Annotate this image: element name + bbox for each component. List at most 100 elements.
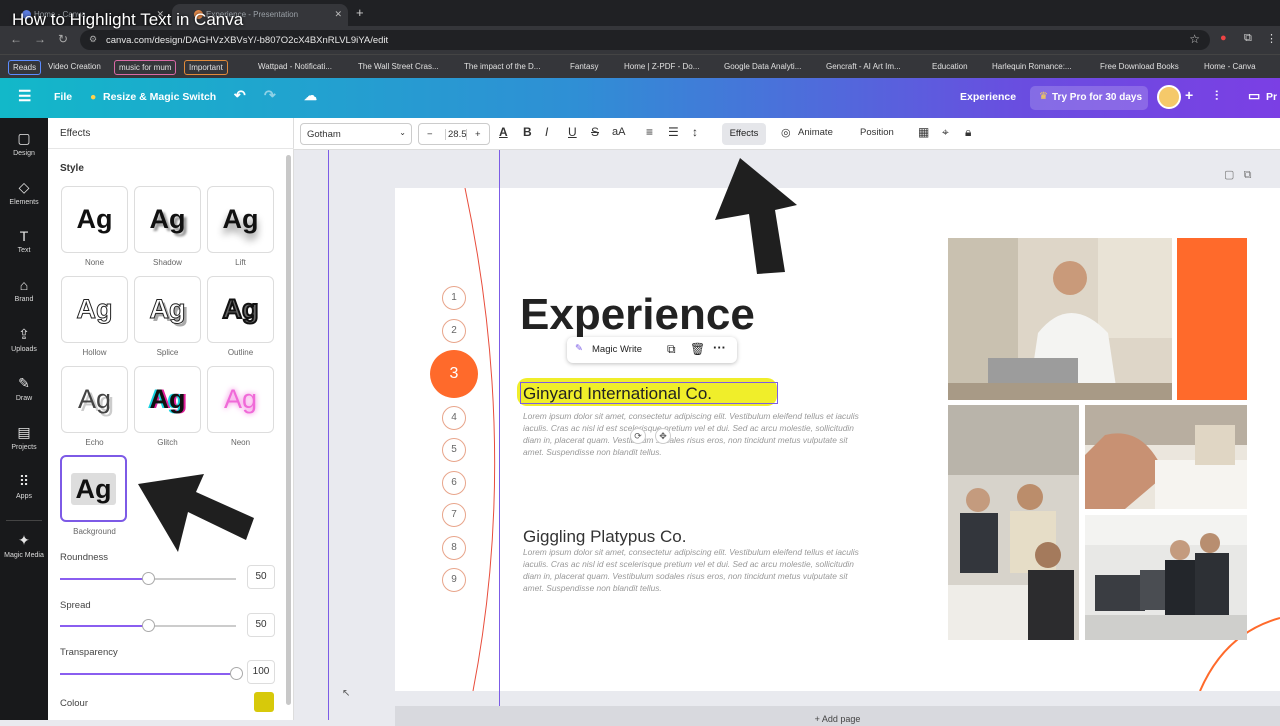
number-circle[interactable]: 2 xyxy=(442,319,466,343)
decrease-size-button[interactable]: − xyxy=(427,129,433,140)
style-splice[interactable]: Ag xyxy=(134,276,201,343)
spread-slider[interactable] xyxy=(60,619,236,632)
file-menu[interactable]: File xyxy=(54,91,72,103)
redo-icon[interactable]: ↷ xyxy=(264,87,276,104)
rail-uploads[interactable]: ⇪ Uploads xyxy=(0,326,48,353)
duplicate-icon[interactable]: ⧉ xyxy=(667,342,676,357)
bookmark[interactable]: Important xyxy=(184,60,228,75)
resize-button[interactable]: Resize & Magic Switch xyxy=(103,91,216,103)
rotate-icon[interactable]: ⟳ xyxy=(630,428,646,444)
rail-text[interactable]: T Text xyxy=(0,228,48,254)
number-circle[interactable]: 5 xyxy=(442,438,466,462)
body-text[interactable]: Lorem ipsum dolor sit amet, consectetur … xyxy=(523,410,859,458)
rail-elements[interactable]: ◇ Elements xyxy=(0,179,48,206)
rail-apps[interactable]: ⠿ Apps xyxy=(0,473,48,500)
magic-write-button[interactable]: Magic Write xyxy=(592,344,642,355)
bookmark[interactable]: Free Download Books xyxy=(1096,60,1183,73)
lock-icon[interactable]: 🔒︎ xyxy=(965,125,971,140)
move-icon[interactable]: ✥ xyxy=(655,428,671,444)
underline-icon[interactable]: U xyxy=(568,125,577,139)
style-background[interactable]: Ag xyxy=(60,455,127,522)
bookmark[interactable]: Reads xyxy=(8,60,42,75)
site-info-icon[interactable]: ⚙ xyxy=(89,34,97,45)
body-text[interactable]: Lorem ipsum dolor sit amet, consectetur … xyxy=(523,546,859,594)
spread-value[interactable]: 50 xyxy=(247,613,275,637)
align-icon[interactable]: ≡ xyxy=(646,125,653,139)
add-page-button[interactable]: + Add page xyxy=(395,706,1280,726)
number-circle[interactable]: 4 xyxy=(442,406,466,430)
company-name[interactable]: Ginyard International Co. xyxy=(523,384,712,404)
slide-title[interactable]: Experience xyxy=(520,290,755,340)
doc-title[interactable]: Experience xyxy=(960,91,1016,103)
main-menu-icon[interactable]: ☰ xyxy=(18,87,31,105)
bookmark[interactable]: Harlequin Romance:... xyxy=(988,60,1076,73)
slider-handle[interactable] xyxy=(230,667,243,680)
style-neon[interactable]: Ag xyxy=(207,366,274,433)
rail-brand[interactable]: ⌂ Brand xyxy=(0,277,48,303)
bookmark[interactable]: Fantasy xyxy=(566,60,602,73)
panel-scrollbar[interactable] xyxy=(286,155,291,705)
bookmark[interactable]: Google Data Analyti... xyxy=(720,60,805,73)
style-lift[interactable]: Ag xyxy=(207,186,274,253)
transparency-value[interactable]: 100 xyxy=(247,660,275,684)
letter-case-icon[interactable]: aA xyxy=(612,126,625,138)
try-pro-button[interactable]: ♛ Try Pro for 30 days xyxy=(1030,86,1148,110)
close-icon[interactable]: ✕ xyxy=(334,9,342,20)
position-button[interactable]: Position xyxy=(860,127,894,138)
photo-desk-documents[interactable] xyxy=(1085,405,1247,509)
copy-style-icon[interactable]: ⌖ xyxy=(942,125,949,140)
number-circle[interactable]: 1 xyxy=(442,286,466,310)
bookmark[interactable]: The impact of the D... xyxy=(460,60,544,73)
photo-team-meeting[interactable] xyxy=(948,405,1079,640)
list-icon[interactable]: ☰ xyxy=(668,125,679,139)
present-button[interactable]: Pr xyxy=(1266,91,1277,103)
slider-handle[interactable] xyxy=(142,572,155,585)
transparency-icon[interactable]: ▦ xyxy=(918,125,929,139)
bookmark[interactable]: Education xyxy=(928,60,972,73)
number-circle[interactable]: 7 xyxy=(442,503,466,527)
url-field[interactable]: ⚙ canva.com/design/DAGHVzXBVsY/-b807O2cX… xyxy=(80,30,1210,50)
add-collaborator-icon[interactable]: + xyxy=(1185,87,1193,103)
effects-button[interactable]: Effects xyxy=(722,123,766,145)
font-dropdown[interactable]: Gotham ⌄ xyxy=(300,123,412,145)
photo-woman-laptop[interactable] xyxy=(948,238,1172,400)
menu-icon[interactable]: ⋮ xyxy=(1266,32,1277,45)
back-icon[interactable]: ← xyxy=(10,32,22,46)
more-icon[interactable]: ··· xyxy=(713,340,726,355)
cloud-save-icon[interactable]: ☁ xyxy=(304,88,317,104)
bookmark[interactable]: Video Creation xyxy=(44,60,105,73)
increase-size-button[interactable]: + xyxy=(475,129,481,140)
roundness-slider[interactable] xyxy=(60,572,236,585)
style-echo[interactable]: Ag xyxy=(61,366,128,433)
slider-handle[interactable] xyxy=(142,619,155,632)
rail-projects[interactable]: ▤ Projects xyxy=(0,424,48,451)
number-circle[interactable]: 8 xyxy=(442,536,466,560)
rail-design[interactable]: ▢ Design xyxy=(0,130,48,157)
bookmark[interactable]: Wattpad - Notificati... xyxy=(254,60,336,73)
undo-icon[interactable]: ↶ xyxy=(234,87,246,104)
lock-icon[interactable]: ▢ xyxy=(1224,169,1234,181)
bookmark[interactable]: Gencraft - AI Art Im... xyxy=(822,60,905,73)
strikethrough-icon[interactable]: S xyxy=(591,125,599,139)
number-circle[interactable]: 9 xyxy=(442,568,466,592)
transparency-slider[interactable] xyxy=(60,667,243,680)
number-circle[interactable]: 6 xyxy=(442,471,466,495)
avatar[interactable] xyxy=(1157,85,1181,109)
rail-draw[interactable]: ✎ Draw xyxy=(0,375,48,402)
font-size-value[interactable]: 28.5 xyxy=(445,129,467,140)
present-icon[interactable]: ▭ xyxy=(1248,88,1260,104)
new-tab-button[interactable]: + xyxy=(356,5,364,20)
company-name[interactable]: Giggling Platypus Co. xyxy=(523,527,686,547)
extensions-icon[interactable]: ⧉ xyxy=(1244,32,1252,45)
orange-block[interactable] xyxy=(1177,238,1247,400)
forward-icon[interactable]: → xyxy=(34,32,46,46)
trash-icon[interactable]: 🗑︎ xyxy=(690,342,705,356)
roundness-value[interactable]: 50 xyxy=(247,565,275,589)
bookmark[interactable]: The Wall Street Cras... xyxy=(354,60,443,73)
animate-button[interactable]: Animate xyxy=(798,127,833,138)
bookmark[interactable]: Home | Z-PDF - Do... xyxy=(620,60,703,73)
style-outline[interactable]: Ag xyxy=(207,276,274,343)
star-icon[interactable]: ☆ xyxy=(1189,32,1200,46)
font-size-stepper[interactable]: − 28.5 + xyxy=(418,123,490,145)
duplicate-icon[interactable]: ⧉ xyxy=(1244,169,1252,181)
